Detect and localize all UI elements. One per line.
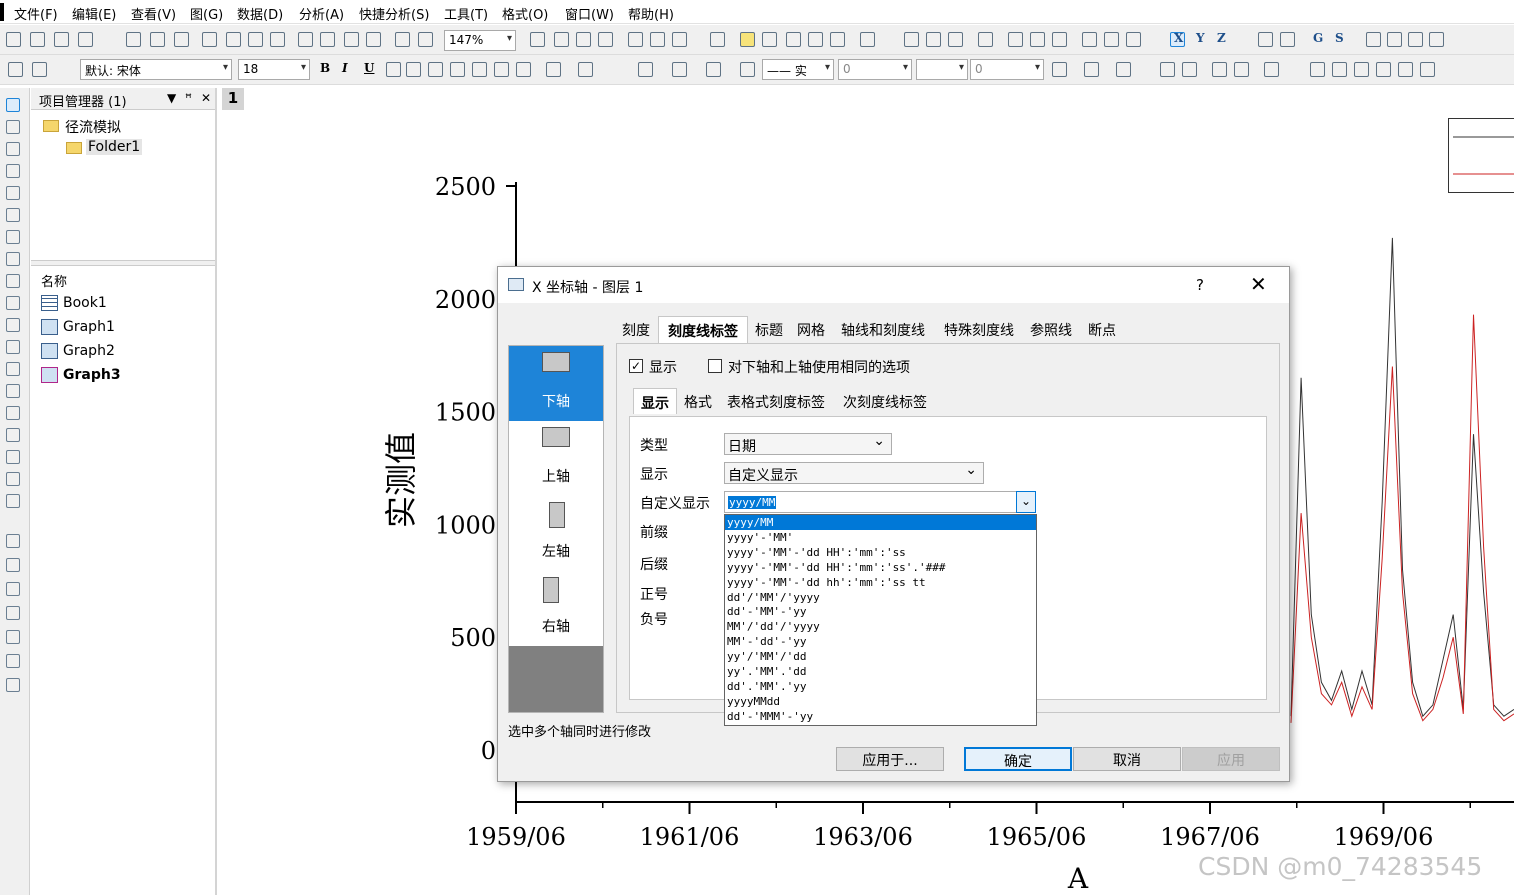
- x-tick-label: 1965/06: [987, 823, 1087, 851]
- x-tick-label: 1963/06: [813, 823, 913, 851]
- y-tick-label: 500: [450, 624, 496, 652]
- x-tick-label: 1967/06: [1160, 823, 1260, 851]
- axis-bottom-label: 下轴: [542, 394, 570, 410]
- dropdown-option[interactable]: yyyy'-'MM'-'dd HH':'mm':'ss'.'###: [725, 560, 1036, 575]
- dropdown-option[interactable]: dd'.'MM'.'yy: [725, 679, 1036, 694]
- left-axis-icon: [549, 502, 565, 528]
- dropdown-option[interactable]: yy'.'MM'.'dd: [725, 664, 1036, 679]
- tab-title[interactable]: 标题: [750, 316, 788, 344]
- tab-tick-labels[interactable]: 刻度线标签: [658, 316, 748, 344]
- legend-swatches: [1453, 136, 1514, 175]
- tab-reference-lines[interactable]: 参照线: [1024, 316, 1078, 344]
- dropdown-option[interactable]: yyyy'-'MM': [725, 530, 1036, 545]
- axis-left[interactable]: 左轴: [509, 496, 603, 571]
- tab-scale[interactable]: 刻度: [616, 316, 656, 344]
- subtab-display[interactable]: 显示: [633, 388, 677, 414]
- type-combo[interactable]: 日期: [724, 433, 892, 455]
- y-axis-title: 实测值: [382, 432, 420, 528]
- axis-list: 下轴 上轴 左轴 右轴: [508, 345, 604, 713]
- dropdown-option[interactable]: dd'/'MM'/'yyyy: [725, 590, 1036, 605]
- subtab-minor-tick-labels[interactable]: 次刻度线标签: [837, 388, 933, 414]
- custom-display-combo[interactable]: yyyy/MM ⌄: [724, 491, 1036, 513]
- help-icon[interactable]: ?: [1196, 276, 1204, 294]
- x-axis-title: A: [1067, 862, 1089, 895]
- legend[interactable]: [1448, 118, 1514, 193]
- show-checkbox-label: 显示: [649, 360, 677, 376]
- plus-sign-label: 正号: [640, 587, 668, 603]
- apply-button[interactable]: 应用: [1182, 747, 1280, 771]
- watermark: CSDN @m0_74283545: [1198, 852, 1483, 881]
- axis-bottom[interactable]: 下轴: [509, 346, 603, 421]
- x-tick-label: 1959/06: [466, 823, 566, 851]
- custom-display-dropdown: yyyy/MM yyyy'-'MM' yyyy'-'MM'-'dd HH':'mm'…: [724, 514, 1037, 726]
- cancel-button[interactable]: 取消: [1073, 747, 1181, 771]
- subtab-table-tick-labels[interactable]: 表格式刻度标签: [721, 388, 831, 414]
- y-tick-label: 2000: [435, 286, 496, 314]
- x-tick-label: 1961/06: [640, 823, 740, 851]
- close-icon[interactable]: ✕: [1250, 272, 1267, 296]
- axis-right[interactable]: 右轴: [509, 571, 603, 646]
- dropdown-option[interactable]: dd'-'MMM'-'yy: [725, 709, 1036, 724]
- prefix-label: 前缀: [640, 525, 668, 541]
- series-line-1: [1290, 314, 1514, 723]
- same-options-checkbox[interactable]: [708, 359, 722, 373]
- top-axis-icon: [542, 427, 570, 447]
- dropdown-option[interactable]: MM'-'dd'-'yy: [725, 634, 1036, 649]
- tab-breaks[interactable]: 断点: [1082, 316, 1122, 344]
- y-tick-label: 1500: [435, 399, 496, 427]
- show-checkbox[interactable]: ✓: [629, 359, 643, 373]
- same-options-label: 对下轴和上轴使用相同的选项: [728, 360, 910, 376]
- dialog-title: X 坐标轴 - 图层 1: [532, 280, 644, 296]
- axis-left-label: 左轴: [542, 544, 570, 560]
- dropdown-option[interactable]: dd'-'MM'-'yy: [725, 604, 1036, 619]
- right-axis-icon: [543, 577, 559, 603]
- dropdown-option[interactable]: yyyy'-'MM'-'dd hh':'mm':'ss tt: [725, 575, 1036, 590]
- y-tick-label: 2500: [435, 173, 496, 201]
- subtab-format[interactable]: 格式: [679, 388, 717, 414]
- x-axis-dialog: X 坐标轴 - 图层 1 ? ✕ 下轴 上轴 左轴 右轴 刻度 刻度线标签 标题…: [497, 266, 1290, 782]
- tab-line-and-ticks[interactable]: 轴线和刻度线: [834, 316, 932, 344]
- dialog-app-icon: [508, 278, 524, 291]
- display-label: 显示: [640, 467, 668, 483]
- chevron-down-icon[interactable]: ⌄: [1016, 491, 1036, 513]
- dropdown-option[interactable]: yy'/'MM'/'dd: [725, 649, 1036, 664]
- custom-display-label: 自定义显示: [640, 496, 710, 512]
- dropdown-option[interactable]: yyyy'-'MM'-'dd HH':'mm':'ss: [725, 545, 1036, 560]
- dropdown-option[interactable]: yyyy/MM: [725, 515, 1036, 530]
- axis-list-filler: [509, 646, 603, 712]
- ok-button[interactable]: 确定: [964, 747, 1072, 771]
- dropdown-option[interactable]: MM'/'dd'/'yyyy: [725, 619, 1036, 634]
- suffix-label: 后缀: [640, 557, 668, 573]
- y-tick-label: 0: [481, 737, 496, 765]
- y-tick-label: 1000: [435, 511, 496, 539]
- tab-grids[interactable]: 网格: [792, 316, 830, 344]
- x-tick-label: 1969/06: [1334, 823, 1434, 851]
- display-combo[interactable]: 自定义显示: [724, 462, 984, 484]
- dropdown-option[interactable]: yyyyMMdd: [725, 694, 1036, 709]
- tab-special-ticks[interactable]: 特殊刻度线: [938, 316, 1020, 344]
- apply-to-button[interactable]: 应用于...: [836, 747, 944, 771]
- multi-axis-note: 选中多个轴同时进行修改: [508, 725, 652, 740]
- axis-top-label: 上轴: [542, 469, 570, 485]
- custom-display-value[interactable]: yyyy/MM: [728, 496, 777, 509]
- bottom-axis-icon: [542, 352, 570, 372]
- dialog-title-bar: X 坐标轴 - 图层 1 ? ✕: [498, 267, 1289, 303]
- type-label: 类型: [640, 438, 668, 454]
- axis-right-label: 右轴: [542, 619, 570, 635]
- minus-sign-label: 负号: [640, 612, 668, 628]
- axis-top[interactable]: 上轴: [509, 421, 603, 496]
